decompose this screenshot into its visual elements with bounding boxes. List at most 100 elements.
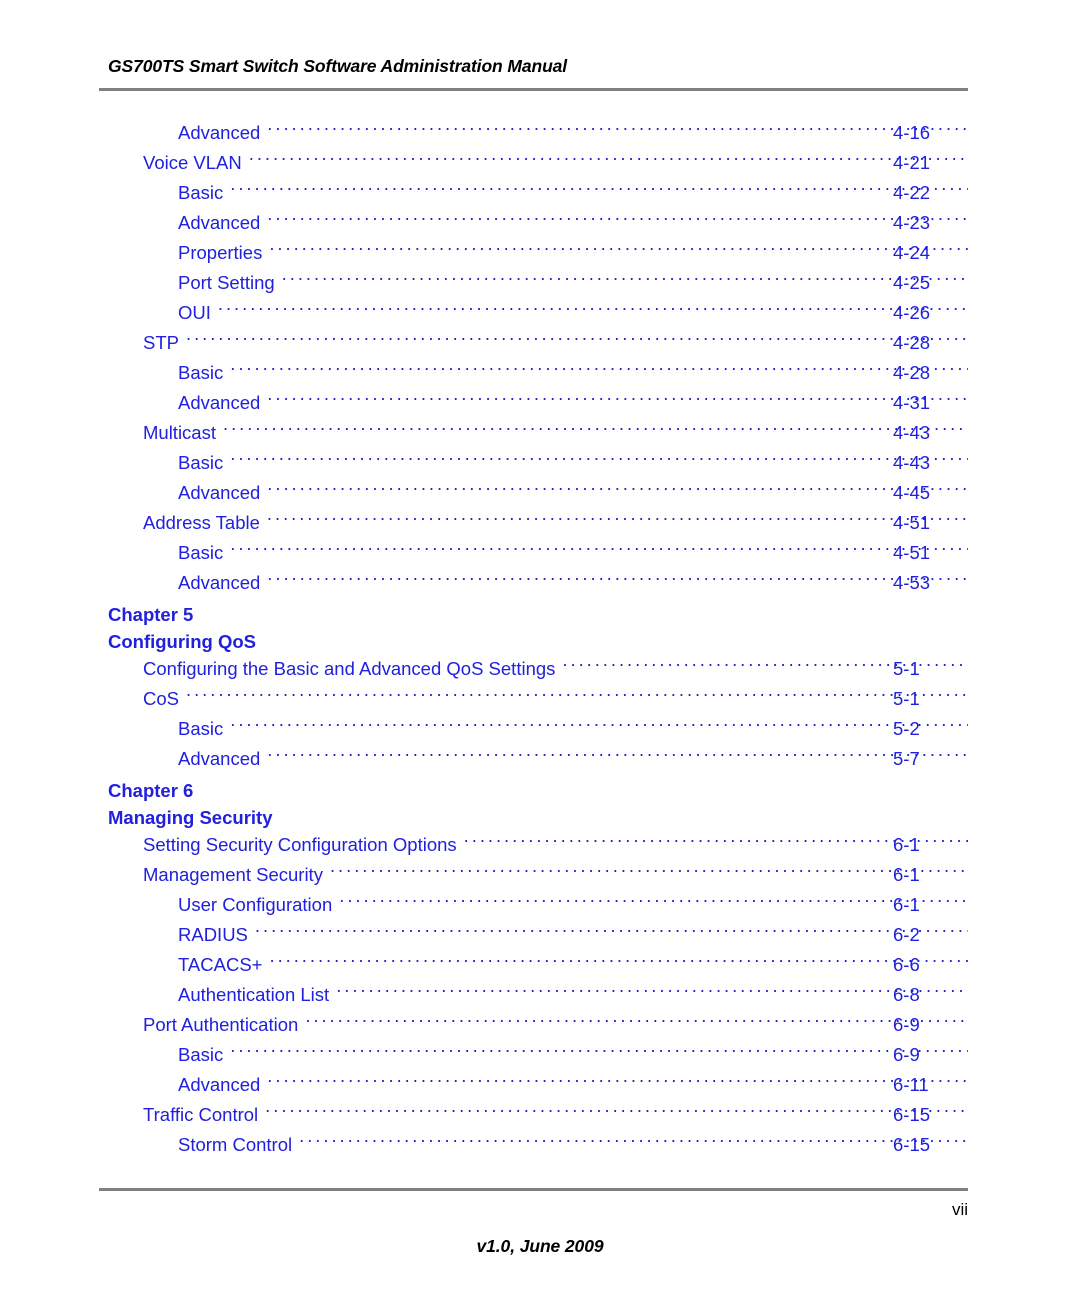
toc-entry-link[interactable]: Advanced: [178, 478, 968, 508]
toc-leader-dots: [267, 211, 968, 230]
toc-chapter-label: Chapter 6: [108, 780, 194, 801]
toc-entry-label: Voice VLAN: [143, 152, 242, 173]
toc-leader-dots: [218, 301, 968, 320]
toc-leader-dots: [299, 1133, 968, 1152]
toc-entry-link[interactable]: Configuring the Basic and Advanced QoS S…: [143, 654, 968, 684]
toc-entry-link[interactable]: STP: [143, 328, 968, 358]
toc-entry-page-number[interactable]: 4-22: [893, 178, 930, 208]
toc-row: TACACS+ 6-6: [0, 950, 1080, 980]
toc-entry-link[interactable]: Storm Control: [178, 1130, 968, 1160]
toc-entry-label: Setting Security Configuration Options: [143, 834, 457, 855]
toc-leader-dots: [267, 571, 968, 590]
toc-entry-page-number[interactable]: 5-7: [893, 744, 920, 774]
toc-entry-page-number[interactable]: 4-51: [893, 538, 930, 568]
toc-row: Authentication List 6-8: [0, 980, 1080, 1010]
toc-entry-page-number[interactable]: 5-2: [893, 714, 920, 744]
toc-entry-link[interactable]: Advanced: [178, 208, 968, 238]
toc-entry-page-number[interactable]: 4-43: [893, 418, 930, 448]
toc-entry-link[interactable]: Authentication List: [178, 980, 968, 1010]
toc-entry-page-number[interactable]: 4-53: [893, 568, 930, 598]
toc-entry-link[interactable]: Properties: [178, 238, 968, 268]
toc-entry-link[interactable]: Voice VLAN: [143, 148, 968, 178]
toc-entry-label: Multicast: [143, 422, 216, 443]
toc-entry-page-number[interactable]: 4-26: [893, 298, 930, 328]
toc-entry-label: Management Security: [143, 864, 323, 885]
toc-entry-page-number[interactable]: 6-1: [893, 860, 920, 890]
toc-entry-page-number[interactable]: 6-9: [893, 1010, 920, 1040]
toc-chapter-title: Managing Security: [108, 807, 273, 828]
toc-entry-link[interactable]: Traffic Control: [143, 1100, 968, 1130]
toc-entry-label: Advanced: [178, 1074, 261, 1095]
toc-entry-page-number[interactable]: 6-1: [893, 830, 920, 860]
toc-entry-link[interactable]: TACACS+: [178, 950, 968, 980]
toc-entry-label: Traffic Control: [143, 1104, 259, 1125]
toc-entry-page-number[interactable]: 4-28: [893, 358, 930, 388]
toc-leader-dots: [230, 451, 968, 470]
toc-entry-page-number[interactable]: 4-45: [893, 478, 930, 508]
toc-entry-page-number[interactable]: 5-1: [893, 684, 920, 714]
toc-entry-link[interactable]: Basic: [178, 448, 968, 478]
toc-row: Properties 4-24: [0, 238, 1080, 268]
toc-entry-page-number[interactable]: 6-11: [893, 1070, 929, 1100]
toc-entry-link[interactable]: Basic: [178, 178, 968, 208]
toc-entry-page-number[interactable]: 4-21: [893, 148, 930, 178]
toc-entry-link[interactable]: Advanced: [178, 388, 968, 418]
toc-leader-dots: [230, 717, 968, 736]
toc-entry-page-number[interactable]: 5-1: [893, 654, 920, 684]
toc-entry-label: Advanced: [178, 122, 261, 143]
toc-entry-link[interactable]: Multicast: [143, 418, 968, 448]
toc-leader-dots: [267, 747, 968, 766]
toc-entry-label: OUI: [178, 302, 211, 323]
toc-entry-link[interactable]: Basic: [178, 1040, 968, 1070]
toc-row: Traffic Control 6-15: [0, 1100, 1080, 1130]
toc-entry-page-number[interactable]: 4-24: [893, 238, 930, 268]
toc-leader-dots: [305, 1013, 968, 1032]
page-header-title: GS700TS Smart Switch Software Administra…: [108, 56, 568, 76]
toc-chapter-heading: Chapter 6 Managing Security: [0, 774, 1080, 830]
toc-entry-page-number[interactable]: 6-15: [893, 1130, 930, 1160]
toc-row: Configuring the Basic and Advanced QoS S…: [0, 654, 1080, 684]
toc-entry-page-number[interactable]: 6-2: [893, 920, 920, 950]
footer-version: v1.0, June 2009: [476, 1236, 604, 1256]
toc-entry-page-number[interactable]: 4-23: [893, 208, 930, 238]
toc-entry-link[interactable]: Advanced: [178, 118, 968, 148]
toc-entry-page-number[interactable]: 4-16: [893, 118, 930, 148]
toc-row: Advanced 4-23: [0, 208, 1080, 238]
toc-leader-dots: [265, 1103, 968, 1122]
toc-entry-label: Port Authentication: [143, 1014, 299, 1035]
toc-entry-link[interactable]: Advanced: [178, 1070, 968, 1100]
toc-entry-page-number[interactable]: 6-6: [893, 950, 920, 980]
toc-entry-link[interactable]: Setting Security Configuration Options: [143, 830, 968, 860]
toc-row: OUI 4-26: [0, 298, 1080, 328]
toc-entry-link[interactable]: Address Table: [143, 508, 968, 538]
toc-entry-link[interactable]: Basic: [178, 358, 968, 388]
toc-entry-link[interactable]: RADIUS: [178, 920, 968, 950]
toc-entry-link[interactable]: Advanced: [178, 744, 968, 774]
toc-row: STP 4-28: [0, 328, 1080, 358]
toc-leader-dots: [230, 541, 968, 560]
toc-entry-page-number[interactable]: 6-9: [893, 1040, 920, 1070]
toc-entry-link[interactable]: Management Security: [143, 860, 968, 890]
toc-entry-label: Address Table: [143, 512, 260, 533]
toc-row: Basic 4-28: [0, 358, 1080, 388]
toc-entry-page-number[interactable]: 4-31: [893, 388, 930, 418]
toc-entry-page-number[interactable]: 4-25: [893, 268, 930, 298]
toc-entry-page-number[interactable]: 6-1: [893, 890, 920, 920]
toc-entry-link[interactable]: Basic: [178, 714, 968, 744]
toc-entry-page-number[interactable]: 6-15: [893, 1100, 930, 1130]
toc-entry-link[interactable]: Port Setting: [178, 268, 968, 298]
toc-entry-page-number[interactable]: 4-51: [893, 508, 930, 538]
toc-entry-link[interactable]: OUI: [178, 298, 968, 328]
toc-row: CoS 5-1: [0, 684, 1080, 714]
toc-entry-link[interactable]: Basic: [178, 538, 968, 568]
toc-entry-page-number[interactable]: 4-43: [893, 448, 930, 478]
toc-leader-dots: [267, 1073, 968, 1092]
toc-entry-link[interactable]: CoS: [143, 684, 968, 714]
toc-entry-link[interactable]: User Configuration: [178, 890, 968, 920]
toc-entry-link[interactable]: Advanced: [178, 568, 968, 598]
toc-entry-page-number[interactable]: 4-28: [893, 328, 930, 358]
toc-entry-link[interactable]: Port Authentication: [143, 1010, 968, 1040]
toc-entry-label: TACACS+: [178, 954, 263, 975]
toc-row: Port Authentication 6-9: [0, 1010, 1080, 1040]
toc-entry-page-number[interactable]: 6-8: [893, 980, 920, 1010]
